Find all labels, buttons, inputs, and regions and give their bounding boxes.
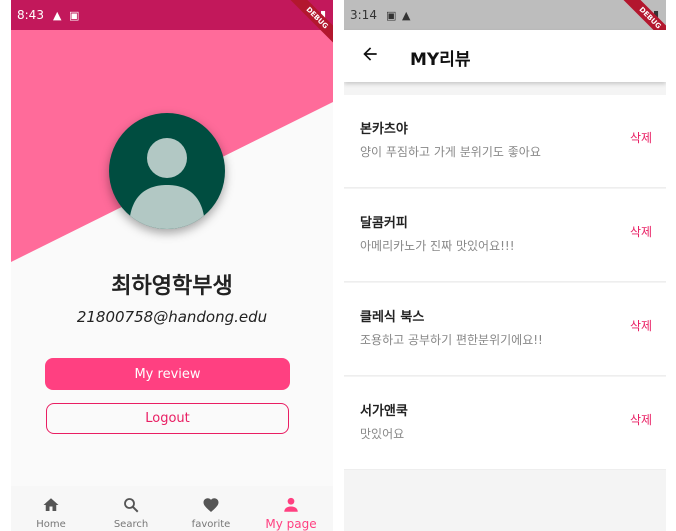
mypage-screen: 8:43 ▲ ▣ ▼ ▮ DEBUG 최하영학부생 21800758@hando… [11,0,333,531]
profile-name: 최하영학부생 [111,274,233,299]
delete-button[interactable]: 삭제 [630,411,652,428]
back-arrow-icon[interactable] [360,44,380,64]
person-icon [284,497,298,512]
nav-favorite[interactable]: favorite [171,486,251,531]
profile-avatar[interactable] [109,113,225,229]
status-bar: 8:43 ▲ ▣ ▼ ▮ [11,0,333,30]
alert-icon: ▲ [402,9,411,22]
review-place: 본카츠야 [360,122,408,137]
nav-mypage[interactable]: My page [251,486,331,531]
status-bar: 3:14 ▣ ▲ ▼ ▮ [344,0,666,30]
review-item[interactable]: 본카츠야 양이 푸짐하고 가게 분위기도 좋아요 삭제 [344,95,666,188]
review-place: 클레식 북스 [360,310,425,325]
review-comment: 아메리카노가 진짜 맛있어요!!! [360,239,515,253]
my-review-button[interactable]: My review [45,358,290,390]
home-icon [43,498,59,511]
my-review-screen: 3:14 ▣ ▲ ▼ ▮ DEBUG MY리뷰 본카츠야 양이 푸짐하고 가게 … [344,0,666,531]
delete-button[interactable]: 삭제 [630,317,652,334]
review-place: 서가앤쿡 [360,404,408,419]
review-list: 본카츠야 양이 푸짐하고 가게 분위기도 좋아요 삭제 달콤커피 아메리카노가 … [344,95,666,471]
review-comment: 조용하고 공부하기 편한분위기에요!! [360,333,543,347]
profile-email: 21800758@handong.edu [76,308,268,326]
logout-button[interactable]: Logout [46,403,289,434]
search-icon [124,498,139,513]
review-item[interactable]: 달콤커피 아메리카노가 진짜 맛있어요!!! 삭제 [344,189,666,282]
heart-icon [203,498,219,513]
status-time: 3:14 [350,8,377,22]
pink-diagonal-background [11,0,333,262]
bottom-navigation: Home Search favorite My page [11,486,333,531]
image-icon: ▣ [386,9,397,22]
nav-home[interactable]: Home [11,486,91,531]
app-bar: MY리뷰 [344,30,666,82]
review-item[interactable]: 클레식 북스 조용하고 공부하기 편한분위기에요!! 삭제 [344,283,666,376]
nav-search[interactable]: Search [91,486,171,531]
debug-banner: DEBUG [289,0,333,44]
page-title: MY리뷰 [410,50,471,70]
person-icon [129,138,205,229]
delete-button[interactable]: 삭제 [630,129,652,146]
review-item[interactable]: 서가앤쿡 맛있어요 삭제 [344,377,666,470]
alert-icon: ▲ [53,9,62,22]
delete-button[interactable]: 삭제 [630,223,652,240]
status-time: 8:43 [17,8,44,22]
review-comment: 맛있어요 [360,427,405,441]
image-icon: ▣ [69,9,80,22]
review-comment: 양이 푸짐하고 가게 분위기도 좋아요 [360,145,541,159]
review-place: 달콤커피 [360,216,408,231]
